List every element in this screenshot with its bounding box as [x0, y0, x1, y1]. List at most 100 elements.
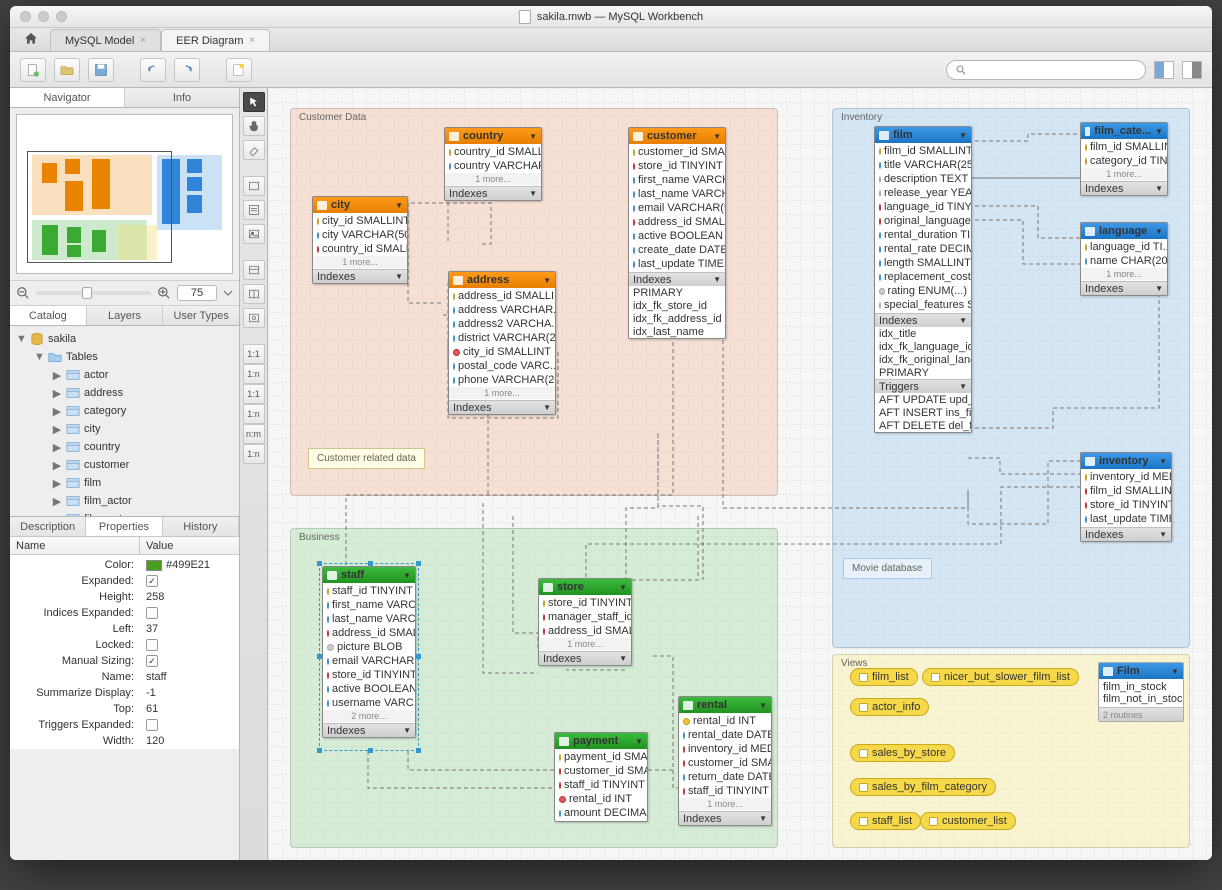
- table-node[interactable]: ▶address: [12, 384, 237, 402]
- properties-panel: Description Properties History NameValue…: [10, 516, 239, 749]
- zoom-value[interactable]: 75: [177, 285, 217, 301]
- tool-table[interactable]: [243, 260, 265, 280]
- table-rental[interactable]: rental▼rental_id INTrental_date DATE...i…: [678, 696, 772, 826]
- table-node[interactable]: ▶country: [12, 438, 237, 456]
- view-nicer_but_slower_film_list[interactable]: nicer_but_slower_film_list: [922, 668, 1079, 686]
- zoom-in-icon[interactable]: [157, 286, 171, 300]
- redo-button[interactable]: [174, 58, 200, 82]
- table-language[interactable]: language▼language_id TI...name CHAR(20)1…: [1080, 222, 1168, 296]
- tool-select[interactable]: [243, 92, 265, 112]
- toggle-left-panel[interactable]: [1154, 61, 1174, 79]
- tool-hand[interactable]: [243, 116, 265, 136]
- tool-routine[interactable]: [243, 308, 265, 328]
- tab-history[interactable]: History: [163, 517, 239, 536]
- table-payment[interactable]: payment▼payment_id SMA...customer_id SMA…: [554, 732, 648, 822]
- minimap[interactable]: [16, 114, 233, 274]
- label-inventory[interactable]: Movie database: [843, 558, 932, 579]
- home-icon[interactable]: [22, 31, 40, 47]
- tool-relation-2[interactable]: 1:1: [243, 384, 265, 404]
- table-node[interactable]: ▶film: [12, 474, 237, 492]
- property-row[interactable]: Width:120: [10, 733, 239, 749]
- tool-relation-1[interactable]: 1:n: [243, 364, 265, 384]
- property-row[interactable]: Top:61: [10, 701, 239, 717]
- routines-film[interactable]: Film▼ film_in_stockfilm_not_in_stock 2 r…: [1098, 662, 1184, 722]
- file-tabs: MySQL Model× EER Diagram×: [10, 28, 1212, 52]
- table-film[interactable]: film▼film_id SMALLINTtitle VARCHAR(255)d…: [874, 126, 972, 433]
- close-tab-icon[interactable]: ×: [140, 35, 146, 46]
- tool-relation-3[interactable]: 1:n: [243, 404, 265, 424]
- table-city[interactable]: city▼city_id SMALLINTcity VARCHAR(50)cou…: [312, 196, 408, 284]
- zoom-dropdown-icon[interactable]: [223, 288, 233, 298]
- view-sales_by_film_category[interactable]: sales_by_film_category: [850, 778, 996, 796]
- undo-button[interactable]: [140, 58, 166, 82]
- zoom-window-icon[interactable]: [56, 11, 67, 22]
- window-title: sakila.mwb — MySQL Workbench: [537, 11, 703, 23]
- open-button[interactable]: [54, 58, 80, 82]
- table-node[interactable]: ▶actor: [12, 366, 237, 384]
- view-actor_info[interactable]: actor_info: [850, 698, 929, 716]
- layer-options-button[interactable]: [226, 58, 252, 82]
- property-row[interactable]: Left:37: [10, 621, 239, 637]
- tool-relation-0[interactable]: 1:1: [243, 344, 265, 364]
- tab-properties[interactable]: Properties: [86, 517, 162, 536]
- tool-eraser[interactable]: [243, 140, 265, 160]
- table-node[interactable]: ▶customer: [12, 456, 237, 474]
- view-sales_by_store[interactable]: sales_by_store: [850, 744, 955, 762]
- view-film_list[interactable]: film_list: [850, 668, 918, 686]
- col-name: Name: [10, 537, 140, 554]
- tables-folder[interactable]: ▼Tables: [12, 348, 237, 366]
- table-customer[interactable]: customer▼customer_id SMAL...store_id TIN…: [628, 127, 726, 339]
- tab-info[interactable]: Info: [125, 88, 239, 107]
- tool-view[interactable]: [243, 284, 265, 304]
- tab-description[interactable]: Description: [10, 517, 86, 536]
- tool-palette: 1:11:n1:11:nn:m1:n: [240, 88, 268, 860]
- view-customer_list[interactable]: customer_list: [920, 812, 1016, 830]
- search-input[interactable]: [946, 60, 1146, 80]
- new-document-button[interactable]: [20, 58, 46, 82]
- tab-user-types[interactable]: User Types: [163, 306, 239, 325]
- close-window-icon[interactable]: [20, 11, 31, 22]
- table-node[interactable]: ▶category: [12, 402, 237, 420]
- table-staff[interactable]: staff▼staff_id TINYINTfirst_name VARC...…: [322, 566, 416, 738]
- property-row[interactable]: Expanded:✓: [10, 573, 239, 589]
- tab-eer-diagram[interactable]: EER Diagram×: [161, 29, 270, 51]
- property-row[interactable]: Manual Sizing:✓: [10, 653, 239, 669]
- save-button[interactable]: [88, 58, 114, 82]
- toolbar: [10, 52, 1212, 88]
- property-row[interactable]: Height:258: [10, 589, 239, 605]
- tool-relation-4[interactable]: n:m: [243, 424, 265, 444]
- property-row[interactable]: Color:#499E21: [10, 557, 239, 573]
- tab-mysql-model[interactable]: MySQL Model×: [50, 29, 161, 51]
- property-row[interactable]: Indices Expanded:: [10, 605, 239, 621]
- table-film-category[interactable]: film_cate...▼film_id SMALLINTcategory_id…: [1080, 122, 1168, 196]
- table-country[interactable]: country▼country_id SMALLINTcountry VARCH…: [444, 127, 542, 201]
- tool-layer[interactable]: [243, 176, 265, 196]
- tool-image[interactable]: [243, 224, 265, 244]
- table-node[interactable]: ▶film_actor: [12, 492, 237, 510]
- tool-relation-5[interactable]: 1:n: [243, 444, 265, 464]
- table-address[interactable]: address▼address_id SMALLI...address VARC…: [448, 271, 556, 415]
- table-node[interactable]: ▶city: [12, 420, 237, 438]
- minimize-window-icon[interactable]: [38, 11, 49, 22]
- schema-node[interactable]: ▼sakila: [12, 330, 237, 348]
- property-row[interactable]: Name:staff: [10, 669, 239, 685]
- property-row[interactable]: Summarize Display:-1: [10, 685, 239, 701]
- catalog-tree[interactable]: ▼sakila ▼Tables ▶actor▶address▶category▶…: [10, 326, 239, 516]
- zoom-out-icon[interactable]: [16, 286, 30, 300]
- property-row[interactable]: Locked:: [10, 637, 239, 653]
- close-tab-icon[interactable]: ×: [249, 35, 255, 46]
- view-staff_list[interactable]: staff_list: [850, 812, 921, 830]
- search-icon: [955, 64, 967, 76]
- tab-layers[interactable]: Layers: [87, 306, 164, 325]
- label-customer[interactable]: Customer related data: [308, 448, 425, 469]
- table-store[interactable]: store▼store_id TINYINTmanager_staff_id..…: [538, 578, 632, 666]
- toggle-right-panel[interactable]: [1182, 61, 1202, 79]
- left-sidebar: Navigator Info: [10, 88, 240, 860]
- property-row[interactable]: Triggers Expanded:: [10, 717, 239, 733]
- tab-navigator[interactable]: Navigator: [10, 88, 125, 107]
- tab-catalog[interactable]: Catalog: [10, 306, 87, 325]
- diagram-canvas[interactable]: Customer Data Inventory Business Views C…: [268, 88, 1212, 860]
- zoom-slider[interactable]: [36, 291, 151, 295]
- tool-note[interactable]: [243, 200, 265, 220]
- table-inventory[interactable]: inventory▼inventory_id MED...film_id SMA…: [1080, 452, 1172, 542]
